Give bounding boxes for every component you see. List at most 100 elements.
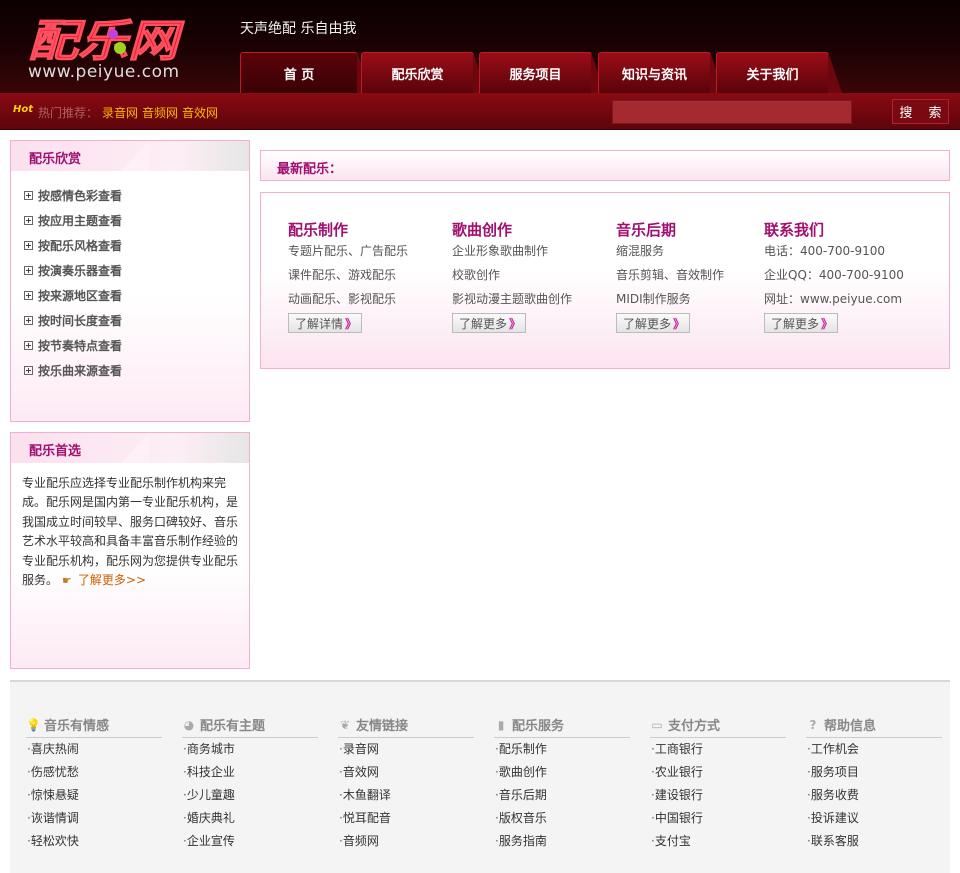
plus-icon (24, 316, 33, 325)
search-input[interactable] (612, 100, 852, 124)
category-label: 按演奏乐器查看 (38, 264, 123, 278)
footer-link[interactable]: 投诉建议 (806, 807, 942, 830)
column-title[interactable]: 音乐后期 (616, 219, 724, 239)
footer-link[interactable]: 音效网 (338, 761, 474, 784)
site-logo[interactable]: 配乐网 www.peiyue.com (28, 14, 198, 84)
site-footer: 💡音乐有情感 喜庆热闹 伤感忧愁 惊悚悬疑 诙谐情调 轻松欢快 ◕ 配乐有主题 商… (10, 680, 950, 873)
sidebar-title: 配乐欣赏 (29, 152, 82, 167)
footer-column: ? 帮助信息 工作机会 服务项目 服务收费 投诉建议 联系客服 (806, 712, 942, 853)
category-label: 按时间长度查看 (38, 314, 123, 328)
footer-link[interactable]: 歌曲创作 (494, 761, 630, 784)
footer-link[interactable]: 录音网 (338, 738, 474, 761)
footer-link[interactable]: 农业银行 (650, 761, 786, 784)
footer-link[interactable]: 建设银行 (650, 784, 786, 807)
footer-heading: ? 帮助信息 (806, 712, 942, 738)
footer-link[interactable]: 支付宝 (650, 830, 786, 853)
column-line: 企业形象歌曲制作 (452, 244, 549, 258)
services-panel: 配乐制作 专题片配乐、广告配乐 课件配乐、游戏配乐 动画配乐、影视配乐 了解详情… (260, 192, 950, 369)
category-link[interactable]: 按感情色彩查看 (24, 187, 122, 204)
category-link[interactable]: 按演奏乐器查看 (24, 262, 122, 279)
footer-heading-label: 友情链接 (356, 719, 409, 734)
footer-heading-label: 配乐服务 (512, 719, 565, 734)
column-title[interactable]: 配乐制作 (288, 219, 408, 239)
column-line: 动画配乐、影视配乐 (288, 292, 397, 306)
learn-details-button[interactable]: 了解详情》 (288, 313, 363, 333)
nav-tab-about[interactable]: 关于我们 (716, 52, 842, 93)
category-label: 按节奏特点查看 (38, 339, 123, 353)
footer-link[interactable]: 配乐制作 (494, 738, 630, 761)
footer-column: ▮ 配乐服务 配乐制作 歌曲创作 音乐后期 版权音乐 服务指南 (494, 712, 630, 853)
footer-link[interactable]: 音频网 (338, 830, 474, 853)
category-link[interactable]: 按来源地区查看 (24, 287, 122, 304)
button-label: 了解更多 (459, 316, 508, 331)
hot-icon: Hot (13, 104, 34, 115)
footer-heading-label: 音乐有情感 (44, 719, 110, 734)
nav-tab-services[interactable]: 服务项目 (479, 52, 605, 93)
category-label: 按来源地区查看 (38, 289, 123, 303)
category-link[interactable]: 按节奏特点查看 (24, 337, 122, 354)
nav-tab-knowledge[interactable]: 知识与资讯 (598, 52, 724, 93)
footer-link[interactable]: 版权音乐 (494, 807, 630, 830)
nav-tab-home[interactable]: 首 页 (240, 52, 371, 93)
learn-more-link[interactable]: 了解更多>> (78, 573, 146, 587)
plus-icon (24, 366, 33, 375)
category-link[interactable]: 按乐曲来源查看 (24, 362, 122, 379)
hot-link[interactable]: 音效网 (182, 104, 218, 121)
category-link[interactable]: 按时间长度查看 (24, 312, 122, 329)
footer-link[interactable]: 中国银行 (650, 807, 786, 830)
service-column: 配乐制作 专题片配乐、广告配乐 课件配乐、游戏配乐 动画配乐、影视配乐 了解详情… (288, 219, 408, 333)
nav-tab-appreciation[interactable]: 配乐欣赏 (361, 52, 487, 93)
intro-paragraph: 专业配乐应选择专业配乐制作机构来完成。配乐网是国内第一专业配乐机构，是我国成立时… (22, 476, 239, 588)
footer-link[interactable]: 服务收费 (806, 784, 942, 807)
search-button[interactable]: 搜 索 (892, 99, 949, 124)
learn-more-button[interactable]: 了解更多》 (616, 313, 691, 333)
svg-text:配乐网: 配乐网 (28, 16, 185, 64)
category-link[interactable]: 按应用主题查看 (24, 212, 122, 229)
hot-link[interactable]: 录音网 (102, 104, 138, 121)
learn-more-button[interactable]: 了解更多》 (452, 313, 527, 333)
footer-link[interactable]: 喜庆热闹 (26, 738, 162, 761)
footer-link[interactable]: 木鱼翻译 (338, 784, 474, 807)
slogan: 天声绝配 乐自由我 (240, 21, 357, 37)
footer-link[interactable]: 悦耳配音 (338, 807, 474, 830)
footer-link[interactable]: 伤感忧愁 (26, 761, 162, 784)
sidebar-appreciation: 配乐欣赏 按感情色彩查看 按应用主题查看 按配乐风格查看 按演奏乐器查看 按来源… (10, 140, 250, 422)
column-line: 电话：400-700-9100 (764, 244, 886, 258)
column-line: 音乐剪辑、音效制作 (616, 268, 725, 282)
footer-link[interactable]: 工作机会 (806, 738, 942, 761)
footer-link[interactable]: 少儿童趣 (182, 784, 318, 807)
plus-icon (24, 216, 33, 225)
footer-link[interactable]: 诙谐情调 (26, 807, 162, 830)
footer-link[interactable]: 科技企业 (182, 761, 318, 784)
column-line: 缩混服务 (616, 244, 665, 258)
footer-link[interactable]: 婚庆典礼 (182, 807, 318, 830)
learn-more-button[interactable]: 了解更多》 (764, 313, 839, 333)
card-icon: ▭ (651, 717, 663, 732)
plus-icon (24, 191, 33, 200)
category-label: 按感情色彩查看 (38, 189, 123, 203)
column-title[interactable]: 歌曲创作 (452, 219, 572, 239)
category-link[interactable]: 按配乐风格查看 (24, 237, 122, 254)
search-bar: Hot 热门推荐： 录音网 音频网 音效网 搜 索 (0, 93, 960, 130)
footer-link[interactable]: 商务城市 (182, 738, 318, 761)
column-title[interactable]: 联系我们 (764, 219, 904, 239)
footer-link[interactable]: 企业宣传 (182, 830, 318, 853)
double-arrow-icon: 》 (509, 316, 522, 331)
intro-text: 专业配乐应选择专业配乐制作机构来完成。配乐网是国内第一专业配乐机构，是我国成立时… (22, 474, 244, 590)
sidebar-body: 专业配乐应选择专业配乐制作机构来完成。配乐网是国内第一专业配乐机构，是我国成立时… (11, 463, 249, 668)
hot-link[interactable]: 音频网 (142, 104, 178, 121)
footer-column: 💡音乐有情感 喜庆热闹 伤感忧愁 惊悚悬疑 诙谐情调 轻松欢快 (26, 712, 162, 853)
footer-link[interactable]: 轻松欢快 (26, 830, 162, 853)
sidebar-featured: 配乐首选 专业配乐应选择专业配乐制作机构来完成。配乐网是国内第一专业配乐机构，是… (10, 432, 250, 669)
footer-link[interactable]: 音乐后期 (494, 784, 630, 807)
sidebar-body: 按感情色彩查看 按应用主题查看 按配乐风格查看 按演奏乐器查看 按来源地区查看 … (11, 171, 249, 421)
service-column: 歌曲创作 企业形象歌曲制作 校歌创作 影视动漫主题歌曲创作 了解更多》 (452, 219, 572, 333)
footer-link[interactable]: 服务项目 (806, 761, 942, 784)
footer-link[interactable]: 惊悚悬疑 (26, 784, 162, 807)
footer-link[interactable]: 联系客服 (806, 830, 942, 853)
pointing-hand-icon: ☛ (62, 574, 72, 588)
footer-link[interactable]: 服务指南 (494, 830, 630, 853)
footer-link[interactable]: 工商银行 (650, 738, 786, 761)
category-label: 按乐曲来源查看 (38, 364, 123, 378)
footer-heading: ❦ 友情链接 (338, 712, 474, 738)
